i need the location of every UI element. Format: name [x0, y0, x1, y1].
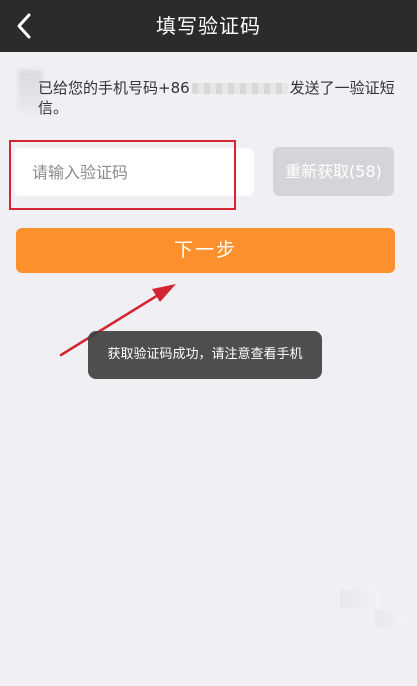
toast-message: 获取验证码成功，请注意查看手机 [88, 331, 322, 379]
top-nav-bar: 填写验证码 [0, 0, 417, 52]
masked-phone-number [191, 83, 288, 94]
next-step-button[interactable]: 下一步 [16, 228, 395, 273]
sms-sent-info: 已给您的手机号码+86 发送了一验证短信。 [38, 78, 398, 118]
code-input-container [14, 148, 254, 196]
verification-code-input[interactable] [14, 148, 254, 196]
page-title: 填写验证码 [156, 14, 261, 38]
info-text-prefix: 已给您的手机号码+86 [38, 79, 190, 97]
resend-code-button[interactable]: 重新获取(58) [273, 147, 394, 196]
watermark-patch [375, 610, 405, 628]
watermark-patch [340, 590, 380, 608]
